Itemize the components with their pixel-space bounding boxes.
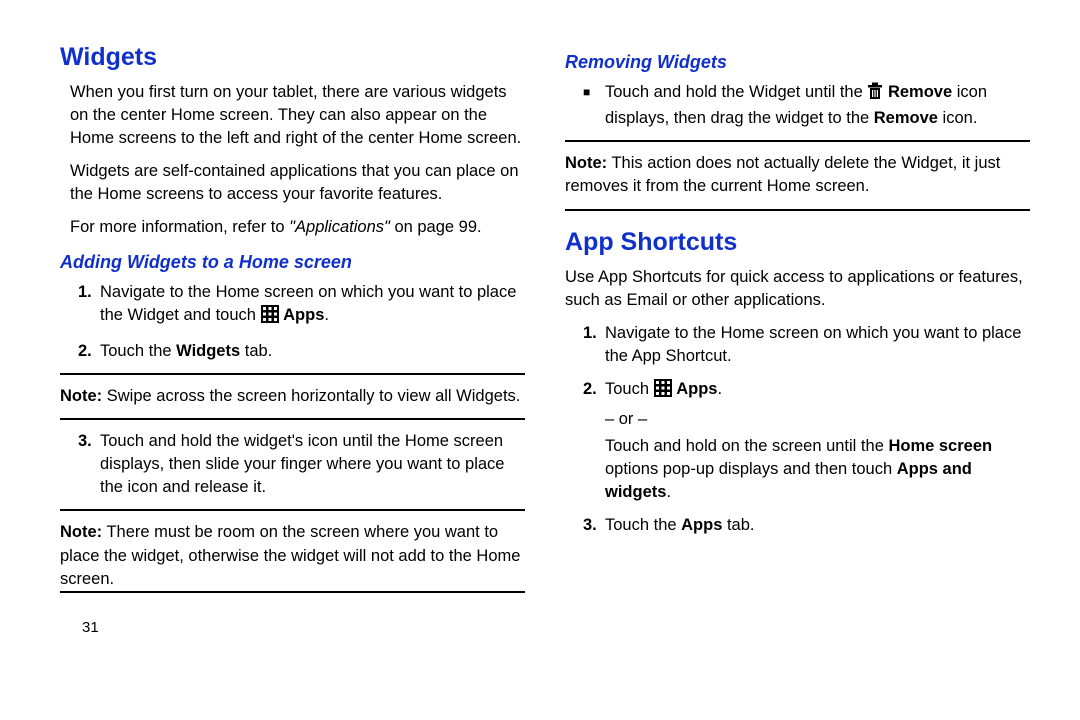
note-room: Note: There must be room on the screen w… bbox=[60, 521, 525, 590]
divider bbox=[60, 591, 525, 593]
shortcut-step-2: 2. Touch Apps. – or – Touch and hold on … bbox=[605, 378, 1030, 504]
apps-grid-icon bbox=[261, 305, 279, 330]
shortcut-step-1: 1. Navigate to the Home screen on which … bbox=[605, 322, 1030, 368]
divider bbox=[60, 509, 525, 511]
app-shortcuts-intro: Use App Shortcuts for quick access to ap… bbox=[565, 266, 1030, 312]
left-column: Widgets When you first turn on your tabl… bbox=[60, 40, 525, 700]
square-bullet-icon: ■ bbox=[583, 84, 590, 101]
add-step-1: 1. Navigate to the Home screen on which … bbox=[100, 281, 525, 330]
widgets-intro-2: Widgets are self-contained applications … bbox=[70, 160, 525, 206]
removing-widgets-heading: Removing Widgets bbox=[565, 50, 1030, 75]
note-swipe: Note: Swipe across the screen horizontal… bbox=[60, 385, 525, 408]
add-step-2: 2. Touch the Widgets tab. bbox=[100, 340, 525, 363]
widgets-ref: For more information, refer to "Applicat… bbox=[70, 216, 525, 239]
adding-widgets-heading: Adding Widgets to a Home screen bbox=[60, 250, 525, 275]
shortcut-step-3: 3. Touch the Apps tab. bbox=[605, 514, 1030, 537]
app-shortcuts-heading: App Shortcuts bbox=[565, 225, 1030, 260]
remove-step: ■ Touch and hold the Widget until the Re… bbox=[605, 81, 1030, 130]
right-column: Removing Widgets ■ Touch and hold the Wi… bbox=[565, 40, 1030, 700]
apps-grid-icon bbox=[654, 379, 672, 404]
page-number: 31 bbox=[82, 617, 525, 638]
trash-icon bbox=[867, 82, 883, 107]
divider bbox=[60, 373, 525, 375]
divider bbox=[565, 140, 1030, 142]
widgets-intro-1: When you first turn on your tablet, ther… bbox=[70, 81, 525, 150]
widgets-heading: Widgets bbox=[60, 40, 525, 75]
divider bbox=[60, 418, 525, 420]
note-not-delete: Note: This action does not actually dele… bbox=[565, 152, 1030, 198]
add-step-3: 3. Touch and hold the widget's icon unti… bbox=[100, 430, 525, 499]
divider bbox=[565, 209, 1030, 211]
